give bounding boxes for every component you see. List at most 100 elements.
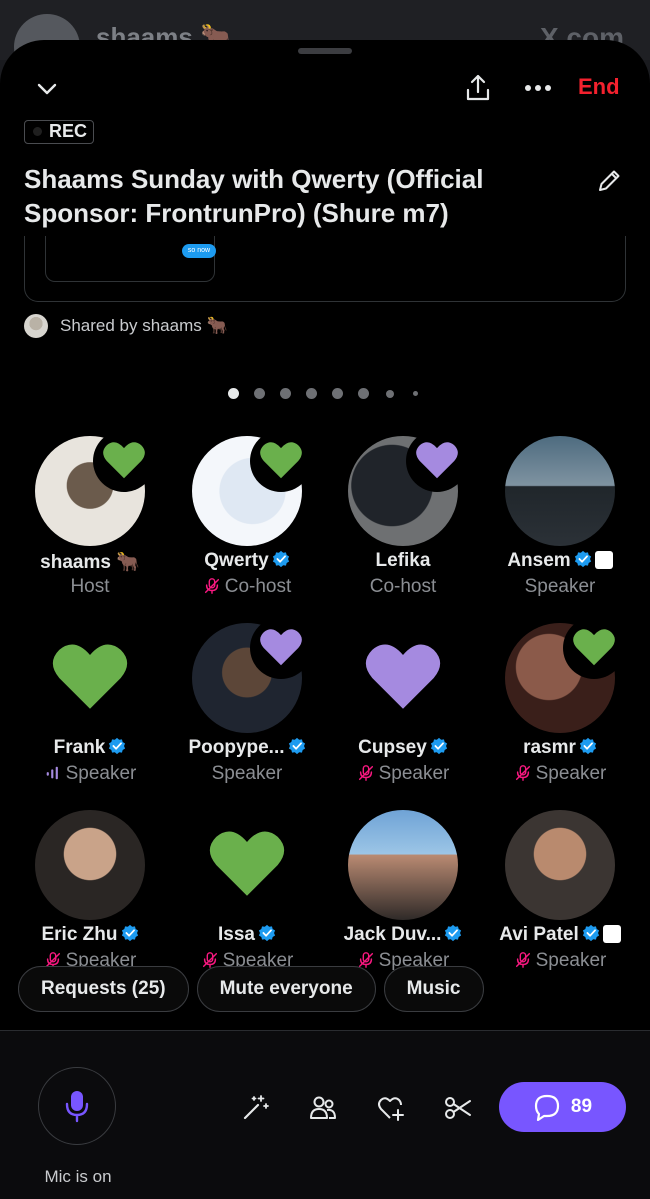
top-bar: End <box>0 70 650 110</box>
record-dot-icon <box>33 127 42 136</box>
page-dot <box>254 388 265 399</box>
comments-button[interactable]: 89 <box>499 1082 626 1132</box>
participant-name: Poopype... <box>169 737 325 759</box>
heart-plus-icon <box>378 1097 404 1121</box>
mic-off-icon <box>358 765 373 781</box>
avatar-image <box>348 623 458 733</box>
verified-badge-icon <box>258 924 276 942</box>
participant-tile[interactable]: Jack Duv... Speaker <box>325 810 481 984</box>
avatar-image <box>35 810 145 920</box>
participant-role: Speaker <box>482 763 638 785</box>
page-dot <box>385 389 394 398</box>
participant-name-text: Issa <box>218 924 255 945</box>
mic-off-icon <box>515 952 530 968</box>
participant-tile[interactable]: shaams 🐂 Host <box>12 430 168 610</box>
verified-badge-icon <box>430 737 447 755</box>
participant-name-text: Avi Patel <box>499 924 579 945</box>
sheet-grabber[interactable] <box>298 48 352 54</box>
participant-name: rasmr <box>482 737 638 759</box>
participant-tile[interactable]: rasmr Speaker <box>482 617 638 797</box>
shared-post-pill: so now <box>182 244 216 258</box>
music-button[interactable]: Music <box>383 966 484 1012</box>
page-dot <box>280 388 291 399</box>
page-dot <box>358 388 369 399</box>
participant-role-text: Co-host <box>224 576 292 597</box>
reaction-badge <box>250 430 312 492</box>
verified-badge-icon <box>109 737 126 755</box>
verified-badge-icon <box>272 550 289 568</box>
participant-tile[interactable]: Lefika Co-host <box>325 430 481 610</box>
clip-button[interactable] <box>443 1093 473 1123</box>
reaction-badge <box>93 430 155 492</box>
participant-name: shaams 🐂 <box>12 550 168 574</box>
page-dot <box>332 388 343 399</box>
avatar <box>35 623 145 733</box>
avatar <box>35 430 155 546</box>
verified-badge-icon <box>121 924 138 942</box>
pencil-icon <box>599 170 620 191</box>
participant-tile[interactable]: Poopype... Speaker <box>169 617 325 797</box>
participant-name: Issa <box>169 924 325 946</box>
mute-everyone-button[interactable]: Mute everyone <box>196 966 376 1012</box>
participant-name-text: Jack Duv... <box>343 924 442 945</box>
participant-tile[interactable]: Frank Speaker <box>12 623 168 797</box>
more-options-button[interactable] <box>520 70 556 106</box>
edit-title-button[interactable] <box>592 164 626 198</box>
comments-count: 89 <box>570 1096 593 1117</box>
avatar-image <box>348 810 458 920</box>
participant-tile[interactable]: Ansem Speaker <box>482 436 638 610</box>
participant-name: Avi Patel <box>482 924 638 946</box>
chevron-down-icon <box>37 83 57 95</box>
participant-role: Co-host <box>325 576 481 598</box>
participant-role-text: Speaker <box>535 763 607 784</box>
shared-by-row[interactable]: Shared by shaams 🐂 <box>24 314 228 338</box>
participant-tile[interactable]: Qwerty Co-host <box>169 430 325 610</box>
verified-badge-icon <box>288 737 305 755</box>
participant-role: Co-host <box>169 576 325 598</box>
magic-wand-button[interactable] <box>240 1093 270 1123</box>
verified-badge-icon <box>445 924 462 942</box>
avatar <box>192 810 302 920</box>
participant-name: Frank <box>12 737 168 759</box>
share-button[interactable] <box>460 70 496 106</box>
mic-button[interactable] <box>38 1067 116 1145</box>
reaction-badge <box>563 617 625 679</box>
participant-tile[interactable]: Avi Patel Speaker <box>482 810 638 984</box>
participant-name-text: Cupsey <box>358 737 427 758</box>
participant-tile[interactable]: Issa Speaker <box>169 810 325 984</box>
avatar <box>348 623 458 733</box>
avatar <box>35 810 145 920</box>
participant-role: Host <box>12 576 168 598</box>
participant-name-text: Ansem <box>507 550 571 571</box>
avatar-image <box>505 436 615 546</box>
participant-name-text: Poopype... <box>188 737 285 758</box>
heart-icon <box>260 629 302 666</box>
speaking-indicator-icon <box>46 766 58 780</box>
manage-speakers-button[interactable] <box>308 1093 338 1123</box>
requests-button[interactable]: Requests (25) <box>18 966 189 1012</box>
avatar <box>505 617 625 733</box>
participant-role-text: Speaker <box>211 763 283 784</box>
scissors-icon <box>445 1097 471 1119</box>
end-space-button[interactable]: End <box>578 74 620 100</box>
recording-badge: REC <box>24 120 95 144</box>
affiliate-badge-icon <box>602 925 621 943</box>
participant-name: Qwerty <box>169 550 325 572</box>
shared-post-card[interactable]: so now <box>24 236 626 302</box>
participant-name: Cupsey <box>325 737 481 759</box>
react-button[interactable] <box>376 1093 406 1123</box>
bottom-bar: Mic is on 89 <box>0 1031 650 1199</box>
verified-badge-icon <box>579 737 597 755</box>
participant-name: Jack Duv... <box>325 924 481 946</box>
participant-name-text: shaams 🐂 <box>40 552 140 573</box>
affiliate-badge-icon <box>594 551 613 569</box>
avatar <box>505 810 615 920</box>
collapse-button[interactable] <box>30 72 64 106</box>
space-sheet: End REC Shaams Sunday with Qwerty (Offic… <box>0 40 650 1199</box>
participant-name-text: Qwerty <box>204 550 269 571</box>
reaction-badge <box>250 617 312 679</box>
reaction-badge <box>406 430 468 492</box>
more-dots-icon <box>525 85 551 91</box>
participant-tile[interactable]: Eric Zhu Speaker <box>12 810 168 984</box>
participant-tile[interactable]: Cupsey Speaker <box>325 623 481 797</box>
